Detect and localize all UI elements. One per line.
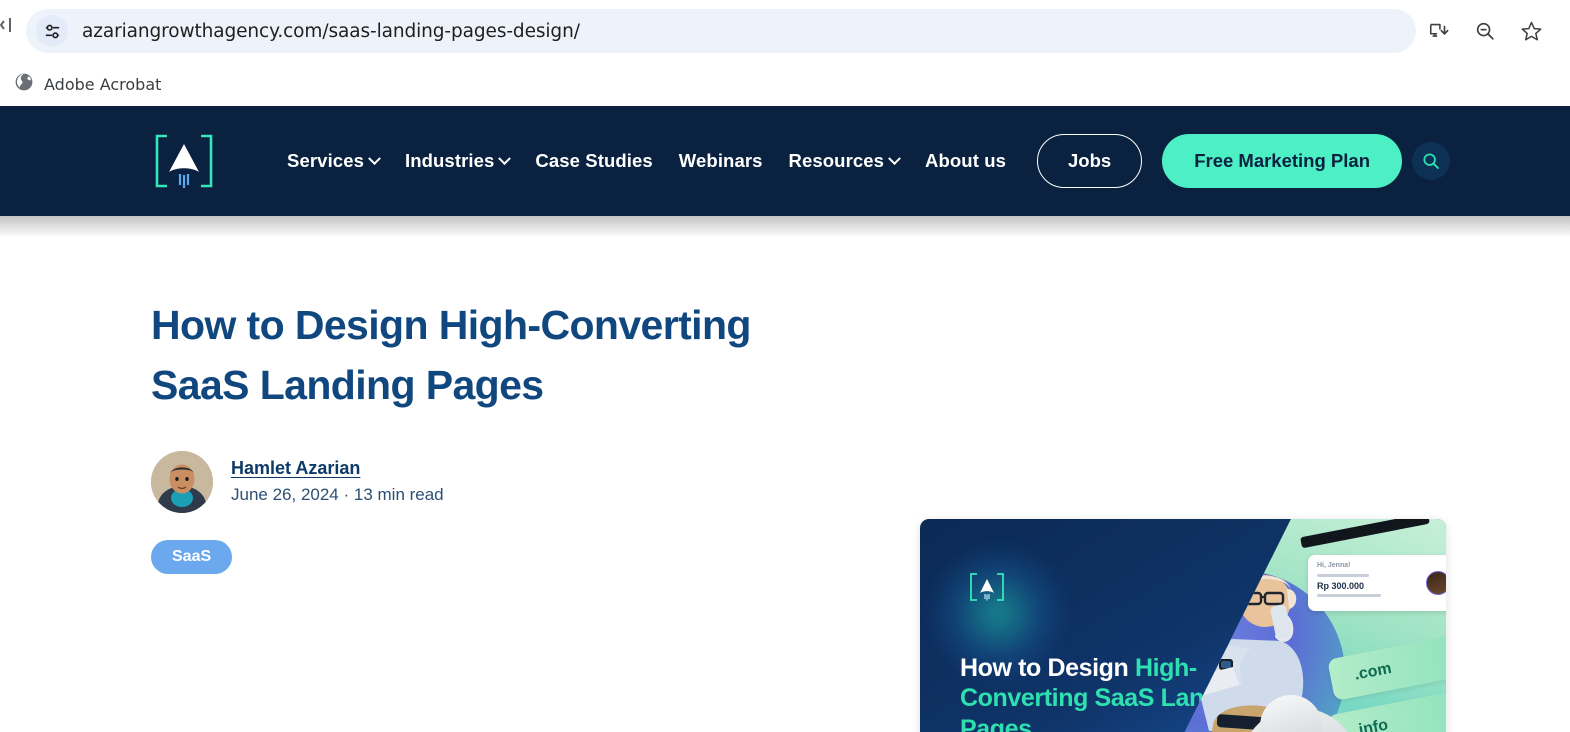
nav-label: About us [925,150,1006,171]
chevron-down-icon [368,151,381,165]
bookmarks-bar: Adobe Acrobat [0,62,1570,106]
status-badge[interactable]: SaaS [151,539,233,574]
nav-label: Services [287,150,364,171]
balance-card-avatar [1426,571,1446,595]
balance-card: Hi, Jenna! Rp 300.000 [1308,555,1446,611]
url-text[interactable]: azariangrowthagency.com/saas-landing-pag… [82,21,580,42]
globe-icon [14,72,34,97]
browser-chrome: azariangrowthagency.com/saas-landing-pag… [0,0,1570,106]
jobs-button-label: Jobs [1068,150,1112,171]
author-info: Hamlet Azarian June 26, 2024 · 13 min re… [231,458,444,505]
article-hero-image: How to Design High-Converting SaaS Landi… [920,519,1446,732]
balance-card-title: Hi, Jenna! [1317,562,1351,569]
bookmark-star-icon[interactable] [1518,18,1544,44]
site-header: Services Industries Case Studies Webinar… [0,106,1570,216]
back-arrow-icon-partial[interactable] [0,14,14,36]
chevron-down-icon [888,151,901,165]
browser-left-stub [0,0,26,62]
hero-headline-white: How to Design [960,654,1135,682]
main-navigation: Services Industries Case Studies Webinar… [274,134,1450,188]
chevron-down-icon [498,151,512,165]
nav-label: Case Studies [535,150,653,171]
omnibox-actions [1426,18,1552,44]
bookmark-adobe-acrobat[interactable]: Adobe Acrobat [6,68,169,101]
avatar [151,450,213,513]
balance-card-subtitle-bar [1317,574,1369,577]
nav-item-webinars[interactable]: Webinars [666,150,776,172]
jobs-button[interactable]: Jobs [1037,134,1143,188]
search-icon[interactable] [1412,142,1450,180]
author-name-link[interactable]: Hamlet Azarian [231,458,444,479]
free-marketing-plan-button[interactable]: Free Marketing Plan [1162,134,1402,188]
nav-item-services[interactable]: Services [274,150,392,172]
article-hero-section: How to Design High-Converting SaaS Landi… [0,238,1570,732]
site-settings-icon[interactable] [36,15,68,47]
omnibox-row: azariangrowthagency.com/saas-landing-pag… [0,0,1570,62]
article-meta: June 26, 2024 · 13 min read [231,485,444,505]
azarian-bracket-a-logo[interactable] [151,130,217,192]
nav-item-industries[interactable]: Industries [392,150,522,172]
balance-card-footnote-bar [1317,594,1381,597]
azarian-bracket-a-logo [968,571,1006,603]
page-title: How to Design High-Converting SaaS Landi… [151,302,751,408]
address-bar[interactable]: azariangrowthagency.com/saas-landing-pag… [26,9,1416,53]
author-block: Hamlet Azarian June 26, 2024 · 13 min re… [151,450,770,513]
install-app-icon[interactable] [1426,18,1452,44]
nav-label: Resources [788,150,885,171]
hero-text-column: How to Design High-Converting SaaS Landi… [0,296,770,574]
bookmark-label: Adobe Acrobat [44,74,162,94]
nav-label: Webinars [678,150,763,171]
nav-label: Industries [404,150,495,171]
header-drop-shadow [0,216,1570,238]
cta-label: Free Marketing Plan [1194,150,1370,171]
nav-item-case-studies[interactable]: Case Studies [522,150,665,172]
nav-item-about-us[interactable]: About us [912,150,1019,172]
zoom-out-icon[interactable] [1472,18,1498,44]
nav-item-resources[interactable]: Resources [776,150,913,172]
